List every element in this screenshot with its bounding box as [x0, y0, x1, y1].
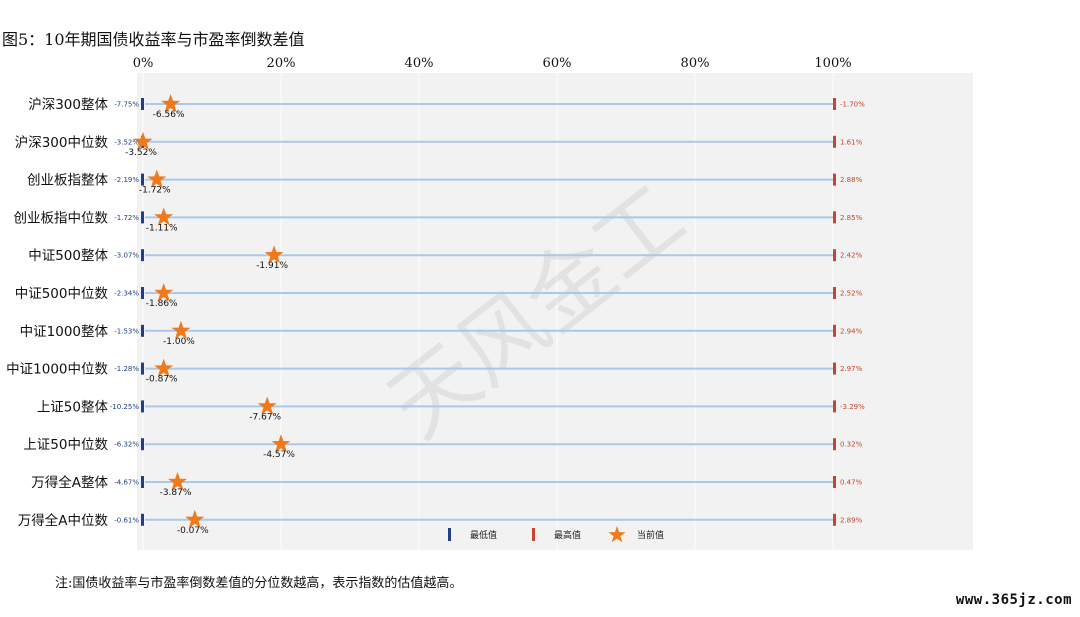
x-tick-label: 20% [267, 56, 296, 71]
row-label: 上证50中位数 [23, 437, 108, 453]
max-value-label: -1.70% [840, 101, 865, 109]
min-marker [141, 98, 144, 110]
max-marker [833, 211, 836, 224]
max-value-label: 2.88% [840, 176, 863, 184]
max-marker [833, 438, 836, 451]
max-value-label: 2.52% [840, 290, 863, 298]
min-value-label: -3.07% [114, 252, 139, 260]
row-label: 万得全A整体 [31, 474, 108, 491]
x-tick-label: 80% [681, 56, 710, 71]
row-label: 创业板指中位数 [14, 210, 109, 226]
legend-max-label: 最高值 [554, 529, 581, 541]
x-tick-label: 100% [814, 56, 851, 71]
current-value-label: -1.11% [146, 223, 178, 233]
max-value-label: 2.85% [840, 214, 863, 222]
max-marker [833, 173, 836, 186]
min-value-label: -4.67% [114, 479, 139, 487]
current-value-label: -1.72% [139, 186, 171, 196]
min-value-label: -2.34% [114, 290, 139, 298]
row-label: 沪深300中位数 [15, 135, 109, 151]
current-value-label: -1.91% [256, 261, 288, 271]
footnote: 注:国债收益率与市盈率倒数差值的分位数越高，表示指数的估值越高。 [55, 576, 463, 591]
max-marker [833, 249, 836, 262]
current-value-label: -3.87% [160, 488, 192, 498]
current-value-label: -6.56% [153, 110, 185, 120]
max-value-label: 2.97% [840, 365, 863, 373]
min-marker [141, 249, 144, 262]
legend-min-label: 最低值 [470, 529, 497, 541]
min-value-label: -2.19% [114, 176, 139, 184]
x-tick-labels: 0% 20% 40% 60% 80% 100% [133, 56, 852, 71]
min-value-label: -1.72% [114, 214, 139, 222]
max-value-label: 0.47% [840, 479, 863, 487]
current-value-label: -0.07% [177, 526, 209, 536]
min-marker [141, 400, 144, 413]
max-marker [833, 362, 836, 375]
min-value-label: -7.75% [114, 101, 139, 109]
row-label: 中证1000整体 [20, 324, 109, 340]
max-marker [833, 135, 836, 148]
current-value-label: -4.57% [263, 450, 295, 460]
max-value-label: 1.61% [840, 138, 863, 146]
x-tick-label: 60% [543, 56, 572, 71]
percentile-chart: 0% 20% 40% 60% 80% 100% 天风金工 沪深300整体 -7.75% -1.… [6, 56, 973, 550]
site-watermark: www.365jz.com [955, 592, 1072, 608]
current-value-label: -0.87% [146, 375, 178, 385]
min-marker [141, 287, 144, 299]
min-value-label: -6.32% [114, 441, 139, 449]
min-marker [141, 362, 144, 375]
legend-current-label: 当前值 [637, 529, 664, 541]
min-value-label: -1.53% [114, 327, 139, 335]
max-value-label: 0.32% [840, 441, 863, 449]
max-value-label: 2.94% [840, 327, 863, 335]
current-value-label: -7.67% [249, 412, 281, 422]
min-value-label: -0.61% [114, 516, 139, 524]
min-marker [141, 476, 144, 488]
row-label: 万得全A中位数 [18, 512, 109, 529]
max-value-label: 2.42% [840, 252, 863, 260]
row-label: 中证1000中位数 [6, 362, 108, 378]
min-marker [141, 324, 144, 337]
row-label: 沪深300整体 [28, 97, 108, 113]
min-marker [141, 438, 144, 451]
x-tick-label: 40% [405, 56, 434, 71]
min-marker [141, 173, 144, 186]
legend-min-marker [448, 528, 451, 541]
current-value-label: -3.52% [125, 148, 157, 158]
legend-max-marker [532, 528, 535, 541]
max-marker [833, 324, 836, 337]
min-marker [141, 513, 144, 526]
max-marker [833, 513, 836, 526]
max-marker [833, 287, 836, 299]
max-marker [833, 476, 836, 488]
max-value-label: 2.89% [840, 516, 863, 524]
min-marker [141, 211, 144, 224]
x-tick-label: 0% [133, 56, 154, 71]
max-marker [833, 400, 836, 413]
row-label: 中证500整体 [28, 248, 108, 264]
max-marker [833, 98, 836, 110]
row-label: 上证50整体 [37, 399, 109, 415]
current-value-label: -1.00% [163, 337, 195, 347]
min-value-label: -1.28% [114, 365, 139, 373]
row-label: 中证500中位数 [15, 286, 109, 302]
max-value-label: -3.29% [840, 403, 865, 411]
row-label: 创业板指整体 [27, 173, 108, 189]
min-value-label: -10.25% [110, 403, 140, 411]
current-value-label: -1.86% [146, 299, 178, 309]
